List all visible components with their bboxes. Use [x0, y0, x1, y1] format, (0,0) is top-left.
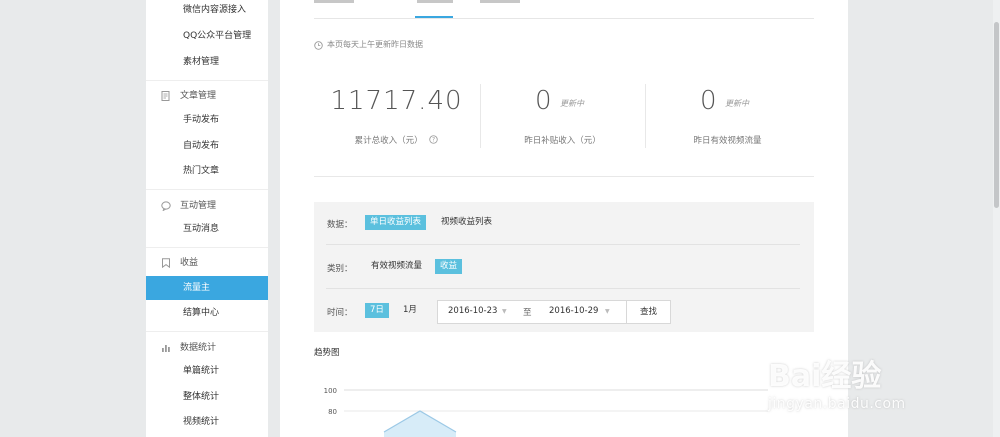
sidebar-group-articles: 文章管理 [146, 85, 268, 107]
chevron-down-icon: ▼ [502, 308, 507, 315]
date-end[interactable]: 2016-10-29 [549, 306, 598, 316]
sidebar-item-label: 结算中心 [183, 308, 220, 318]
filter-panel: 数据： 单日收益列表 视频收益列表 类别： 有效视频流量 收益 时间： 7日 1… [314, 202, 814, 332]
stat-caption: 累计总收入（元） ? [314, 134, 479, 146]
sidebar-item-label: QQ公众平台管理 [183, 31, 252, 41]
stat-caption: 昨日有效视频流量 [693, 136, 762, 146]
stat-status: 更新中 [725, 99, 749, 108]
sidebar: 微信内容源接入 QQ公众平台管理 素材管理 文章管理 手动发布 自动发布 热门文… [146, 0, 268, 437]
trend-chart-title: 趋势图 [314, 348, 340, 358]
filter-label: 时间： [327, 308, 353, 318]
stat-caption-text: 累计总收入（元） [354, 136, 423, 146]
stat-total-income: 11717.40 累计总收入（元） ? [314, 84, 479, 164]
divider [326, 288, 800, 289]
option-daily-earnings[interactable]: 单日收益列表 [365, 215, 427, 230]
sidebar-item-video-stats[interactable]: 视频统计 [146, 410, 268, 434]
tab-settings[interactable] [480, 0, 520, 3]
search-button[interactable]: 查找 [626, 300, 671, 324]
sidebar-item-label: 流量主 [183, 283, 211, 293]
sidebar-item-materials[interactable]: 素材管理 [146, 50, 268, 74]
date-separator: 至 [523, 308, 532, 318]
sidebar-item-qq-platform[interactable]: QQ公众平台管理 [146, 24, 268, 48]
stat-value: 11717.40 [330, 86, 463, 116]
sidebar-item-label: 视频统计 [183, 417, 220, 427]
clock-icon [314, 41, 323, 50]
sidebar-item-label: 自动发布 [183, 141, 220, 151]
question-circle-icon[interactable]: ? [429, 135, 439, 144]
notice-text: 本页每天上午更新昨日数据 [327, 40, 423, 49]
sidebar-item-overall-stats[interactable]: 整体统计 [146, 385, 268, 409]
sidebar-item-hot-articles[interactable]: 热门文章 [146, 159, 268, 183]
bookmark-icon [162, 258, 170, 268]
sidebar-item-label: 素材管理 [183, 57, 220, 67]
stat-status: 更新中 [560, 99, 584, 108]
sidebar-group-label: 收益 [180, 258, 199, 268]
y-tick-label: 100 [324, 387, 337, 395]
sidebar-item-manual-publish[interactable]: 手动发布 [146, 108, 268, 132]
divider [146, 331, 268, 332]
sidebar-group-label: 数据统计 [180, 343, 217, 353]
svg-text:?: ? [432, 138, 435, 144]
tab-overview[interactable] [314, 0, 354, 3]
active-tab-indicator [415, 16, 453, 18]
sidebar-group-statistics: 数据统计 [146, 337, 268, 359]
divider [146, 80, 268, 81]
sidebar-item-label: 手动发布 [183, 115, 220, 125]
y-tick-label: 80 [328, 408, 337, 416]
sidebar-item-traffic-owner[interactable]: 流量主 [146, 276, 268, 300]
date-range-picker[interactable]: 2016-10-23 ▼ 至 2016-10-29 ▼ [437, 300, 627, 324]
option-earnings[interactable]: 收益 [435, 259, 463, 274]
sidebar-item-label: 单篇统计 [183, 366, 220, 376]
sidebar-item-settlement[interactable]: 结算中心 [146, 301, 268, 325]
sidebar-item-label: 微信内容源接入 [183, 5, 247, 15]
stat-caption: 昨日补贴收入（元） [524, 136, 601, 146]
article-icon [161, 91, 170, 101]
stat-video-traffic: 0 更新中 昨日有效视频流量 [645, 84, 810, 164]
sidebar-group-label: 互动管理 [180, 201, 217, 211]
option-video-earnings[interactable]: 视频收益列表 [436, 215, 497, 230]
sidebar-item-auto-publish[interactable]: 自动发布 [146, 134, 268, 158]
chevron-down-icon: ▼ [605, 308, 610, 315]
filter-row-data: 数据： 单日收益列表 视频收益列表 [314, 202, 814, 246]
bar-chart-icon [162, 345, 170, 352]
chat-bubble-icon [161, 201, 171, 211]
sidebar-item-label: 整体统计 [183, 392, 220, 402]
divider [146, 247, 268, 248]
option-1-month[interactable]: 1月 [398, 303, 422, 318]
option-7-days[interactable]: 7日 [365, 303, 389, 318]
date-start[interactable]: 2016-10-23 [448, 306, 497, 316]
tab-earnings[interactable] [417, 0, 453, 3]
trend-chart: 100 80 [324, 387, 768, 437]
sidebar-item-single-stats[interactable]: 单篇统计 [146, 359, 268, 383]
sidebar-group-interaction: 互动管理 [146, 195, 268, 217]
option-valid-video-traffic[interactable]: 有效视频流量 [366, 259, 427, 274]
divider [146, 189, 268, 190]
filter-label: 数据： [327, 220, 353, 230]
sidebar-item-label: 互动消息 [183, 224, 220, 234]
sidebar-item-label: 热门文章 [183, 166, 220, 176]
series-area [384, 411, 456, 437]
main-panel: 本页每天上午更新昨日数据 11717.40 累计总收入（元） ? 0 更新中 昨… [280, 0, 848, 437]
stat-subsidy-income: 0 更新中 昨日补贴收入（元） [480, 84, 645, 164]
sidebar-item-wechat-source[interactable]: 微信内容源接入 [146, 0, 268, 22]
tab-bar [314, 0, 814, 19]
sidebar-group-earnings: 收益 [146, 252, 268, 274]
divider [326, 244, 800, 245]
divider [314, 176, 814, 177]
sidebar-item-messages[interactable]: 互动消息 [146, 217, 268, 241]
sidebar-group-label: 文章管理 [180, 91, 217, 101]
filter-row-category: 类别： 有效视频流量 收益 [314, 246, 814, 290]
stat-value: 0 [700, 86, 717, 116]
stat-value: 0 [535, 86, 552, 116]
filter-label: 类别： [327, 264, 353, 274]
scrollbar-thumb[interactable] [994, 22, 999, 208]
